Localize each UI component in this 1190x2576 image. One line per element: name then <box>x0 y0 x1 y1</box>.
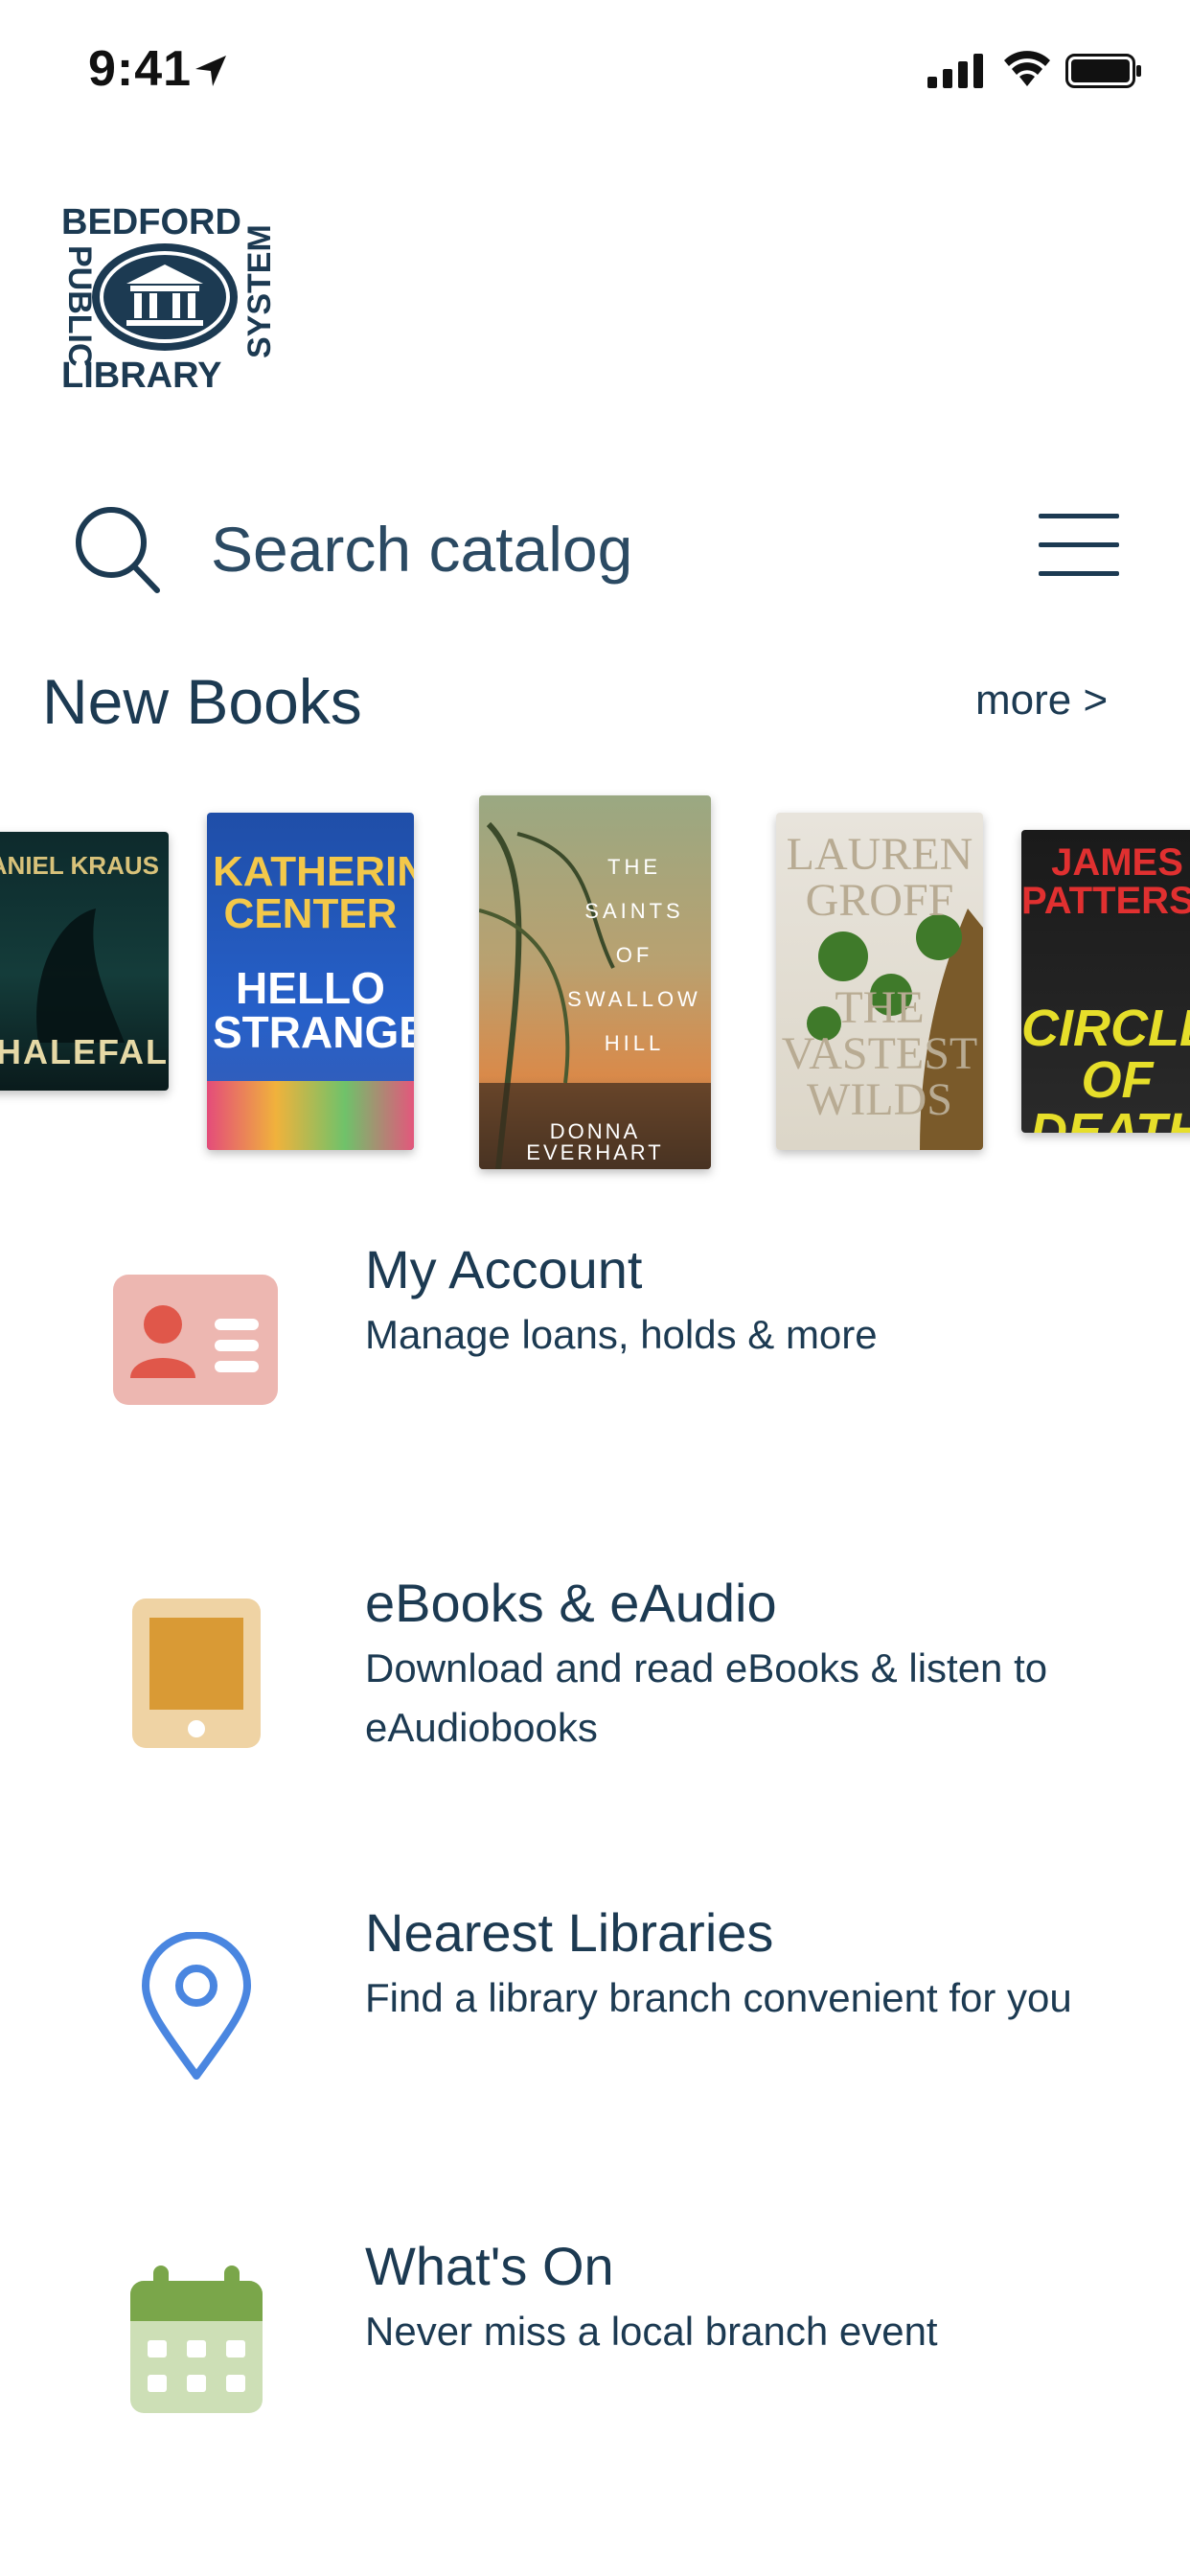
menu-item-title: My Account <box>365 1239 643 1300</box>
menu-item-description: Find a library branch convenient for you <box>365 1975 1072 2020</box>
location-arrow-icon <box>195 56 226 86</box>
menu-item-description: Manage loans, holds & more <box>365 1312 878 1357</box>
status-time: 9:41 <box>88 41 193 97</box>
menu-item-ebooks[interactable]: eBooks & eAudio Download and read eBooks… <box>0 1560 1190 1848</box>
book-title: THE SAINTS OF SWALLOW HILL <box>567 855 701 1055</box>
book-title: WHALEFALL <box>0 1032 169 1071</box>
logo-right-text: SYSTEM <box>241 224 278 358</box>
logo-left-text: PUBLIC <box>61 245 98 367</box>
book-author: DANIEL KRAUS <box>0 851 159 880</box>
tablet-icon <box>132 1598 261 1748</box>
logo-top-text: BEDFORD <box>61 202 241 242</box>
location-pin-icon <box>142 1932 251 2080</box>
menu-item-whats-on[interactable]: What's On Never miss a local branch even… <box>0 2227 1190 2515</box>
status-bar: 9:41 <box>0 0 1190 144</box>
book-cover[interactable]: THE SAINTS OF SWALLOW HILL DONNA EVERHAR… <box>479 795 711 1169</box>
new-books-heading: New Books <box>42 666 362 737</box>
battery-icon <box>1065 54 1141 88</box>
book-cover[interactable]: KATHERINE CENTER HELLO STRANGER <box>207 813 414 1150</box>
menu-item-title: Nearest Libraries <box>365 1902 774 1963</box>
menu-item-description: Download and read eBooks & listen to eAu… <box>365 1645 1048 1750</box>
wifi-icon <box>1004 51 1050 86</box>
book-cover[interactable]: LAUREN GROFF THE VASTEST WILDS <box>776 813 983 1150</box>
new-books-carousel[interactable]: DANIEL KRAUS WHALEFALL KATHERINE CENTER … <box>0 786 1190 1188</box>
book-cover[interactable]: JAMES PATTERSON CIRCLE OF DEATH <box>1021 830 1190 1133</box>
menu-item-nearest-libraries[interactable]: Nearest Libraries Find a library branch … <box>0 1894 1190 2181</box>
calendar-icon <box>130 2266 263 2413</box>
search-bar <box>0 489 1190 604</box>
more-books-link[interactable]: more > <box>975 677 1108 724</box>
book-author: LAUREN GROFF <box>786 829 973 926</box>
book-title: CIRCLE OF DEATH <box>1021 1000 1190 1133</box>
library-logo: BEDFORD LIBRARY PUBLIC SYSTEM <box>57 201 278 396</box>
menu-item-title: eBooks & eAudio <box>365 1573 777 1633</box>
hamburger-menu-icon[interactable] <box>1039 508 1119 583</box>
cellular-signal-icon <box>927 54 983 88</box>
book-cover[interactable]: DANIEL KRAUS WHALEFALL <box>0 832 169 1091</box>
book-author: JAMES PATTERSON <box>1021 841 1190 922</box>
account-card-icon <box>113 1275 278 1405</box>
search-icon[interactable] <box>65 498 171 604</box>
menu-item-my-account[interactable]: My Account Manage loans, holds & more <box>0 1227 1190 1514</box>
menu-item-description: Never miss a local branch event <box>365 2309 938 2354</box>
book-author: KATHERINE CENTER <box>213 848 414 937</box>
book-title: HELLO STRANGER <box>213 963 414 1057</box>
book-title: THE VASTEST WILDS <box>781 982 978 1125</box>
search-input[interactable] <box>211 508 977 590</box>
menu-item-title: What's On <box>365 2236 614 2296</box>
book-author: DONNA EVERHART <box>526 1119 664 1164</box>
